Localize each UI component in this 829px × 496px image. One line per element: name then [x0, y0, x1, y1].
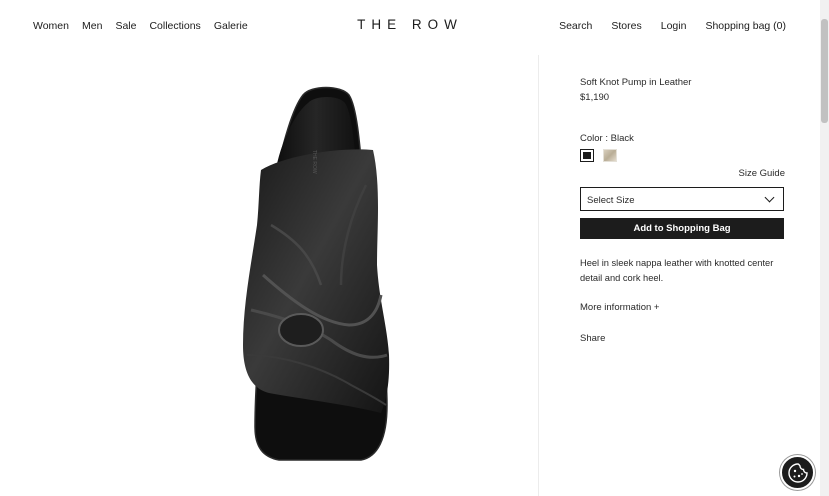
search-link[interactable]: Search [559, 20, 592, 32]
cookie-icon [788, 463, 808, 483]
sandal-product-image: THE ROW [243, 86, 390, 461]
svg-text:THE ROW: THE ROW [311, 150, 317, 174]
product-image-panel[interactable]: THE ROW [191, 55, 539, 496]
product-description: Heel in sleek nappa leather with knotted… [580, 258, 774, 283]
add-to-bag-button[interactable]: Add to Shopping Bag [580, 218, 784, 239]
product-price: $1,190 [580, 92, 610, 103]
product-name: Soft Knot Pump in Leather [580, 77, 692, 88]
utility-nav: Search Stores Login Shopping bag (0) [559, 20, 786, 32]
page-scrollbar[interactable] [820, 0, 829, 496]
scrollbar-thumb[interactable] [821, 19, 828, 123]
stores-link[interactable]: Stores [611, 20, 641, 32]
login-link[interactable]: Login [661, 20, 687, 32]
more-information-toggle[interactable]: More information + [580, 302, 659, 313]
size-select[interactable]: Select Size [580, 187, 784, 211]
share-link[interactable]: Share [580, 333, 605, 344]
swatch-sand[interactable] [603, 149, 617, 162]
size-guide-link[interactable]: Size Guide [739, 168, 785, 179]
swatch-black[interactable] [580, 149, 594, 162]
shopping-bag-link[interactable]: Shopping bag (0) [705, 20, 786, 32]
color-label: Color : Black [580, 133, 634, 144]
size-select-label: Select Size [587, 195, 635, 206]
chevron-down-icon [764, 192, 775, 203]
cookie-settings-button[interactable] [780, 455, 815, 490]
